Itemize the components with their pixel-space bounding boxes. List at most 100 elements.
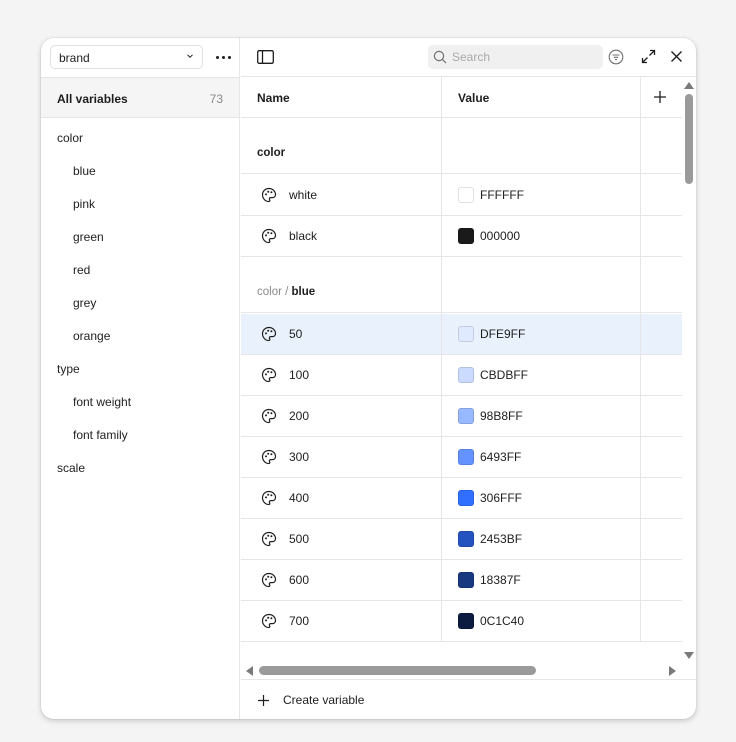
group-parent-path: color / <box>257 286 292 298</box>
variable-row[interactable]: 400 306FFF <box>241 478 682 519</box>
sidebar-group-item[interactable]: font family <box>73 425 128 445</box>
variable-name: 200 <box>289 409 310 423</box>
column-divider <box>441 77 442 641</box>
variable-name: 700 <box>289 614 310 628</box>
variable-name: 500 <box>289 532 310 546</box>
variable-value[interactable]: 306FFF <box>480 491 522 505</box>
toolbar <box>241 38 696 77</box>
variable-row[interactable]: 700 0C1C40 <box>241 601 682 642</box>
dot-icon <box>227 55 231 59</box>
sidebar-toggle-icon[interactable] <box>257 50 274 64</box>
collection-select[interactable]: brand <box>50 45 203 69</box>
main-area: Name Value color whiteFFFFFF black 000000 co… <box>241 38 696 719</box>
dot-icon <box>221 55 225 59</box>
variable-value[interactable]: 0C1C40 <box>480 614 524 628</box>
color-swatch[interactable] <box>458 572 474 588</box>
color-palette-icon <box>261 408 277 429</box>
color-swatch[interactable] <box>458 531 474 547</box>
color-palette-icon <box>261 572 277 593</box>
color-palette-icon <box>261 187 277 208</box>
chevron-down-icon <box>187 54 193 59</box>
search-box <box>428 45 603 69</box>
variable-value[interactable]: 2453BF <box>480 532 522 546</box>
color-palette-icon <box>261 449 277 470</box>
sidebar-group-item[interactable]: font weight <box>73 392 131 412</box>
variable-value[interactable]: 18387F <box>480 573 521 587</box>
color-palette-icon <box>261 228 277 249</box>
variables-panel: brand All variables 73 color blue pink gree… <box>41 38 696 719</box>
variable-row[interactable]: 200 98B8FF <box>241 396 682 437</box>
column-header-name: Name <box>257 91 290 105</box>
scroll-left-arrow-icon[interactable] <box>246 666 253 676</box>
footer: Create variable <box>241 679 696 719</box>
variable-row[interactable]: black 000000 <box>241 216 682 257</box>
scroll-right-arrow-icon[interactable] <box>669 666 676 676</box>
sidebar-group-item[interactable]: blue <box>73 161 96 181</box>
create-variable-button[interactable]: Create variable <box>257 680 364 719</box>
all-variables-label: All variables <box>57 92 128 106</box>
column-divider <box>640 77 641 641</box>
color-palette-icon <box>261 613 277 634</box>
group-name: color <box>257 147 286 159</box>
vertical-scroll-thumb[interactable] <box>685 94 693 184</box>
variable-name: black <box>289 229 318 243</box>
variable-name: 600 <box>289 573 310 587</box>
variable-value[interactable]: 000000 <box>480 229 520 243</box>
search-input[interactable] <box>452 48 592 66</box>
all-variables-count: 73 <box>209 92 223 106</box>
variable-value[interactable]: 98B8FF <box>480 409 523 423</box>
color-palette-icon <box>261 531 277 552</box>
collection-select-value: brand <box>59 51 90 65</box>
color-swatch[interactable] <box>458 408 474 424</box>
plus-icon <box>258 694 269 706</box>
scroll-down-arrow-icon[interactable] <box>684 652 694 659</box>
variable-value[interactable]: 6493FF <box>480 450 521 464</box>
variable-row[interactable]: 100 CBDBFF <box>241 355 682 396</box>
variable-name: 400 <box>289 491 310 505</box>
filter-icon[interactable] <box>608 49 624 65</box>
sidebar-group-item[interactable]: orange <box>73 326 110 346</box>
sidebar-group-item[interactable]: scale <box>57 458 85 478</box>
horizontal-scroll-thumb[interactable] <box>259 666 536 675</box>
variable-row[interactable]: 600 18387F <box>241 560 682 601</box>
column-header-value: Value <box>458 91 490 105</box>
variable-row[interactable]: 300 6493FF <box>241 437 682 478</box>
sidebar: brand All variables 73 color blue pink gree… <box>41 38 240 719</box>
variable-value[interactable]: CBDBFF <box>480 368 528 382</box>
group-header: color <box>241 118 682 174</box>
sidebar-group-item[interactable]: red <box>73 260 90 280</box>
color-swatch[interactable] <box>458 228 474 244</box>
add-column-icon[interactable] <box>652 89 668 105</box>
dot-icon <box>215 55 219 59</box>
create-variable-label: Create variable <box>283 693 365 707</box>
sidebar-group-item[interactable]: color <box>57 128 83 148</box>
variable-value[interactable]: FFFFFF <box>480 188 524 202</box>
color-swatch[interactable] <box>458 490 474 506</box>
variable-name: 50 <box>289 327 303 341</box>
more-options-button[interactable] <box>211 46 235 68</box>
color-palette-icon <box>261 326 277 347</box>
variable-row[interactable]: 500 2453BF <box>241 519 682 560</box>
sidebar-group-item[interactable]: pink <box>73 194 95 214</box>
table-header: Name Value <box>241 77 682 118</box>
color-palette-icon <box>261 367 277 388</box>
sidebar-group-item[interactable]: grey <box>73 293 96 313</box>
sidebar-group-item[interactable]: green <box>73 227 104 247</box>
color-swatch[interactable] <box>458 367 474 383</box>
all-variables-item[interactable]: All variables 73 <box>41 77 239 118</box>
color-palette-icon <box>261 490 277 511</box>
sidebar-group-item[interactable]: type <box>57 359 80 379</box>
expand-icon[interactable] <box>641 49 656 64</box>
scroll-up-arrow-icon[interactable] <box>684 82 694 89</box>
variable-name: 100 <box>289 368 310 382</box>
variable-value[interactable]: DFE9FF <box>480 327 525 341</box>
color-swatch[interactable] <box>458 449 474 465</box>
color-swatch[interactable] <box>458 187 474 203</box>
table-body: color white FFFFFF black 000000 color / blue 5… <box>241 118 682 642</box>
variable-row[interactable]: white FFFFFF <box>241 175 682 216</box>
search-icon <box>433 50 447 64</box>
color-swatch[interactable] <box>458 613 474 629</box>
color-swatch[interactable] <box>458 326 474 342</box>
variable-row[interactable]: 50 DFE9FF <box>241 314 682 355</box>
close-icon[interactable] <box>670 50 683 63</box>
